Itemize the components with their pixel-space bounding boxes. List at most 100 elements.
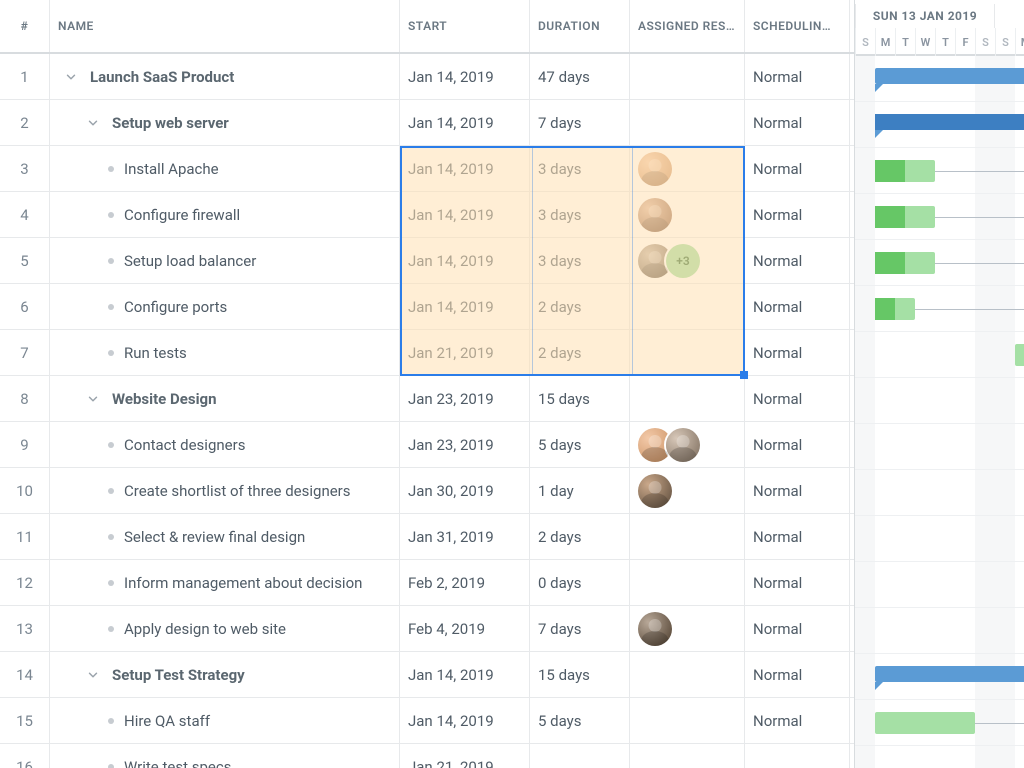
row-number-cell[interactable]: 2 <box>0 100 50 145</box>
row-number-cell[interactable]: 12 <box>0 560 50 605</box>
assigned-resources-cell[interactable] <box>630 606 745 651</box>
scheduling-mode-cell[interactable]: Normal <box>745 146 850 191</box>
timeline-row[interactable] <box>855 332 1024 378</box>
start-date-cell[interactable]: Jan 31, 2019 <box>400 514 530 559</box>
assigned-resources-cell[interactable] <box>630 560 745 605</box>
table-row[interactable]: 7Run testsJan 21, 20192 daysNormal <box>0 330 854 376</box>
gantt-timeline[interactable]: SUN 13 JAN 2019 SMTWTFSSM <box>855 0 1024 768</box>
start-date-cell[interactable]: Jan 14, 2019 <box>400 100 530 145</box>
start-date-cell[interactable]: Jan 21, 2019 <box>400 744 530 768</box>
assigned-resources-cell[interactable] <box>630 422 745 467</box>
row-number-cell[interactable]: 15 <box>0 698 50 743</box>
scheduling-mode-cell[interactable]: Normal <box>745 100 850 145</box>
row-number-cell[interactable]: 5 <box>0 238 50 283</box>
avatar[interactable] <box>638 244 672 278</box>
gantt-summary-bar[interactable] <box>875 666 1024 682</box>
task-name-cell[interactable]: Create shortlist of three designers <box>50 468 400 513</box>
table-row[interactable]: 5Setup load balancerJan 14, 20193 days+3… <box>0 238 854 284</box>
duration-cell[interactable]: 47 days <box>530 54 630 99</box>
table-row[interactable]: 14Setup Test StrategyJan 14, 201915 days… <box>0 652 854 698</box>
duration-cell[interactable]: 7 days <box>530 100 630 145</box>
duration-cell[interactable]: 3 days <box>530 146 630 191</box>
scheduling-mode-cell[interactable]: Normal <box>745 238 850 283</box>
start-date-cell[interactable]: Jan 14, 2019 <box>400 146 530 191</box>
timeline-row[interactable] <box>855 56 1024 102</box>
timeline-row[interactable] <box>855 654 1024 700</box>
task-name-cell[interactable]: Setup web server <box>50 100 400 145</box>
task-name-cell[interactable]: Contact designers <box>50 422 400 467</box>
timeline-row[interactable] <box>855 424 1024 470</box>
duration-cell[interactable]: 5 days <box>530 698 630 743</box>
duration-cell[interactable]: 3 days <box>530 192 630 237</box>
table-row[interactable]: 10Create shortlist of three designersJan… <box>0 468 854 514</box>
assigned-resources-cell[interactable] <box>630 192 745 237</box>
timeline-row[interactable] <box>855 470 1024 516</box>
duration-cell[interactable]: 15 days <box>530 652 630 697</box>
row-number-cell[interactable]: 16 <box>0 744 50 768</box>
start-date-cell[interactable]: Feb 2, 2019 <box>400 560 530 605</box>
avatar[interactable] <box>666 428 700 462</box>
assigned-resources-cell[interactable] <box>630 100 745 145</box>
scheduling-mode-cell[interactable]: Normal <box>745 606 850 651</box>
table-row[interactable]: 8Website DesignJan 23, 201915 daysNormal <box>0 376 854 422</box>
assigned-resources-cell[interactable] <box>630 54 745 99</box>
row-number-cell[interactable]: 8 <box>0 376 50 421</box>
scheduling-mode-cell[interactable]: Normal <box>745 560 850 605</box>
task-name-cell[interactable]: Website Design <box>50 376 400 421</box>
chevron-down-icon[interactable] <box>84 390 102 408</box>
row-number-cell[interactable]: 10 <box>0 468 50 513</box>
gantt-task-bar[interactable] <box>875 206 935 228</box>
avatar[interactable] <box>638 198 672 232</box>
task-name-cell[interactable]: Launch SaaS Product <box>50 54 400 99</box>
column-header-scheduling[interactable]: SCHEDULIN… <box>745 0 850 52</box>
assigned-resources-cell[interactable] <box>630 652 745 697</box>
row-number-cell[interactable]: 13 <box>0 606 50 651</box>
start-date-cell[interactable]: Jan 30, 2019 <box>400 468 530 513</box>
scheduling-mode-cell[interactable]: Normal <box>745 698 850 743</box>
assigned-resources-cell[interactable] <box>630 146 745 191</box>
timeline-body[interactable] <box>855 56 1024 768</box>
row-number-cell[interactable]: 14 <box>0 652 50 697</box>
gantt-task-bar[interactable] <box>875 252 935 274</box>
scheduling-mode-cell[interactable]: Normal <box>745 54 850 99</box>
table-row[interactable]: 13Apply design to web siteFeb 4, 20197 d… <box>0 606 854 652</box>
gantt-task-bar[interactable] <box>875 298 915 320</box>
table-row[interactable]: 1Launch SaaS ProductJan 14, 201947 daysN… <box>0 54 854 100</box>
scheduling-mode-cell[interactable]: Normal <box>745 652 850 697</box>
duration-cell[interactable]: 2 days <box>530 330 630 375</box>
row-number-cell[interactable]: 1 <box>0 54 50 99</box>
scheduling-mode-cell[interactable]: Normal <box>745 514 850 559</box>
timeline-row[interactable] <box>855 700 1024 746</box>
duration-cell[interactable]: 2 days <box>530 284 630 329</box>
row-number-cell[interactable]: 3 <box>0 146 50 191</box>
task-name-cell[interactable]: Run tests <box>50 330 400 375</box>
task-name-cell[interactable]: Select & review final design <box>50 514 400 559</box>
assigned-resources-cell[interactable] <box>630 330 745 375</box>
task-name-cell[interactable]: Hire QA staff <box>50 698 400 743</box>
assigned-resources-cell[interactable]: +3 <box>630 238 745 283</box>
table-row[interactable]: 2Setup web serverJan 14, 20197 days Norma… <box>0 100 854 146</box>
duration-cell[interactable]: 5 days <box>530 422 630 467</box>
start-date-cell[interactable]: Jan 14, 2019 <box>400 698 530 743</box>
assigned-resources-cell[interactable] <box>630 376 745 421</box>
task-name-cell[interactable]: Configure ports <box>50 284 400 329</box>
scheduling-mode-cell[interactable]: Normal <box>745 376 850 421</box>
timeline-row[interactable] <box>855 608 1024 654</box>
task-name-cell[interactable]: Configure firewall <box>50 192 400 237</box>
gantt-task-bar[interactable] <box>875 712 975 734</box>
task-name-cell[interactable]: Setup load balancer <box>50 238 400 283</box>
task-name-cell[interactable]: Apply design to web site <box>50 606 400 651</box>
row-number-cell[interactable]: 6 <box>0 284 50 329</box>
start-date-cell[interactable]: Jan 21, 2019 <box>400 330 530 375</box>
duration-cell[interactable]: 0 days <box>530 560 630 605</box>
duration-cell[interactable] <box>530 744 630 768</box>
chevron-down-icon[interactable] <box>84 114 102 132</box>
start-date-cell[interactable]: Jan 23, 2019 <box>400 376 530 421</box>
scheduling-mode-cell[interactable]: Normal <box>745 192 850 237</box>
avatar[interactable] <box>638 612 672 646</box>
column-header-number[interactable]: # <box>0 0 50 52</box>
timeline-row[interactable] <box>855 194 1024 240</box>
table-row[interactable]: 11Select & review final designJan 31, 20… <box>0 514 854 560</box>
duration-cell[interactable]: 2 days <box>530 514 630 559</box>
gantt-task-bar[interactable] <box>1015 344 1024 366</box>
